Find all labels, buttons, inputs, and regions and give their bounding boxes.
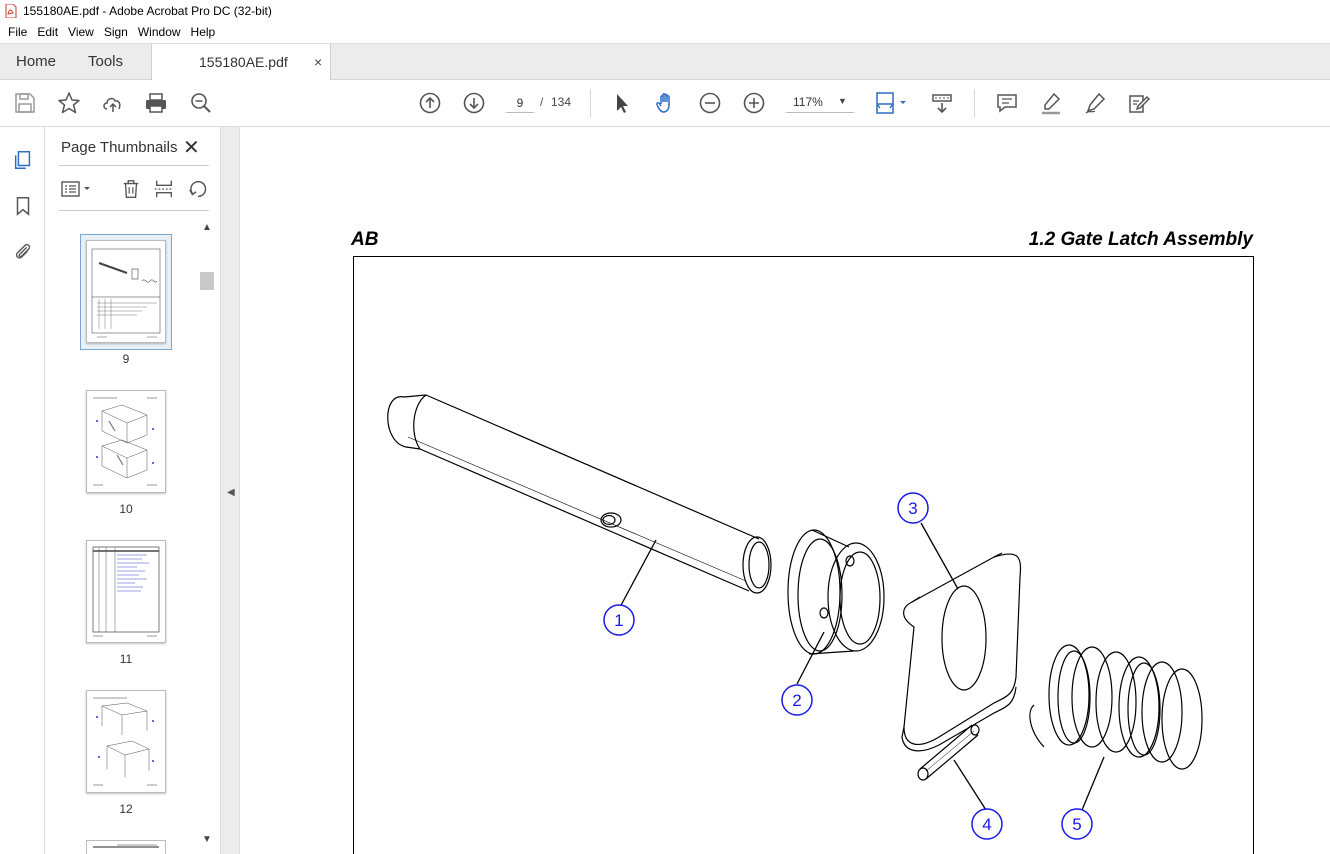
next-page-icon[interactable] bbox=[461, 90, 487, 116]
thumbnail-preview bbox=[93, 844, 159, 848]
menu-help[interactable]: Help bbox=[186, 22, 221, 43]
close-panel-icon[interactable]: ✕ bbox=[183, 135, 200, 160]
svg-text:4: 4 bbox=[982, 815, 991, 834]
thumbnail-page-label: 9 bbox=[122, 352, 130, 366]
callout-4: 4 bbox=[971, 808, 1003, 840]
select-cursor-icon[interactable] bbox=[609, 90, 635, 116]
panel-title: Page Thumbnails bbox=[61, 139, 178, 156]
thumbnail-preview bbox=[91, 248, 161, 338]
toolbar-divider bbox=[974, 89, 975, 117]
svg-text:5: 5 bbox=[1072, 815, 1081, 834]
scrollbar-thumb[interactable] bbox=[200, 272, 214, 290]
thumbnail-page-label: 11 bbox=[119, 652, 133, 666]
document-view[interactable]: AB 1.2 Gate Latch Assembly 1 2 3 4 5 bbox=[240, 127, 1330, 854]
svg-text:3: 3 bbox=[908, 499, 917, 518]
zoom-level-value: 117% bbox=[793, 95, 823, 109]
page-fit-icon[interactable] bbox=[873, 90, 911, 116]
draw-pen-icon[interactable] bbox=[1082, 90, 1108, 116]
thumbnail-page-label: 12 bbox=[119, 802, 133, 816]
total-pages: 134 bbox=[551, 95, 572, 109]
toolbar-divider bbox=[590, 89, 591, 117]
page-header-left: AB bbox=[351, 229, 379, 250]
extract-pages-icon[interactable] bbox=[152, 177, 176, 201]
tab-home[interactable]: Home bbox=[16, 44, 56, 80]
tab-document[interactable]: 155180AE.pdf × bbox=[151, 44, 331, 81]
menu-sign[interactable]: Sign bbox=[99, 22, 133, 43]
page-separator: / bbox=[540, 95, 544, 109]
delete-icon[interactable] bbox=[119, 177, 143, 201]
svg-text:1: 1 bbox=[614, 611, 623, 630]
bookmark-icon[interactable] bbox=[10, 193, 36, 219]
hand-tool-icon[interactable] bbox=[653, 90, 679, 116]
menu-file[interactable]: File bbox=[3, 22, 32, 43]
rotate-icon[interactable] bbox=[186, 177, 210, 201]
acrobat-pdf-icon bbox=[5, 4, 17, 18]
pdf-page: AB 1.2 Gate Latch Assembly 1 2 3 4 5 bbox=[240, 127, 1330, 854]
window-title: 155180AE.pdf - Adobe Acrobat Pro DC (32-… bbox=[23, 4, 272, 18]
close-tab-icon[interactable]: × bbox=[314, 44, 322, 80]
divider bbox=[59, 210, 209, 211]
thumbnail-page-label: 10 bbox=[119, 502, 133, 516]
page-header-section-title: 1.2 Gate Latch Assembly bbox=[1028, 229, 1253, 250]
toolbar: / 134 117% ▼ bbox=[0, 80, 1330, 127]
thumbnail-scrollbar[interactable]: ▲ ▼ bbox=[199, 219, 215, 854]
menu-view[interactable]: View bbox=[63, 22, 99, 43]
save-icon[interactable] bbox=[12, 90, 38, 116]
attachment-icon[interactable] bbox=[10, 239, 36, 265]
highlighter-icon[interactable] bbox=[1038, 90, 1064, 116]
part-2-bushing bbox=[787, 529, 885, 655]
divider bbox=[59, 165, 209, 166]
title-bar: 155180AE.pdf - Adobe Acrobat Pro DC (32-… bbox=[0, 0, 1330, 22]
chevron-down-icon: ▼ bbox=[838, 96, 847, 106]
callout-2: 2 bbox=[781, 684, 813, 716]
scroll-down-icon[interactable]: ▼ bbox=[202, 834, 212, 845]
cloud-upload-icon[interactable] bbox=[100, 90, 126, 116]
page-thumbnails-panel: Page Thumbnails ✕ 9 10 11 12 ▲ ▼ bbox=[45, 127, 220, 854]
zoom-level-select[interactable]: 117% ▼ bbox=[786, 93, 854, 113]
options-menu-icon[interactable] bbox=[59, 177, 95, 201]
menu-window[interactable]: Window bbox=[133, 22, 186, 43]
print-icon[interactable] bbox=[143, 90, 169, 116]
part-4-roll-pin bbox=[917, 724, 980, 781]
part-3-plate bbox=[901, 552, 1022, 752]
search-zoom-icon[interactable] bbox=[188, 90, 214, 116]
page-thumbnail-next[interactable] bbox=[86, 840, 166, 854]
fill-sign-icon[interactable] bbox=[1126, 90, 1152, 116]
collapse-panel-icon[interactable]: ◀ bbox=[227, 487, 235, 498]
tab-bar: Home Tools 155180AE.pdf × bbox=[0, 43, 1330, 81]
page-thumbnail-11[interactable] bbox=[86, 540, 166, 643]
part-1-latch-pin bbox=[387, 394, 772, 594]
tab-tools[interactable]: Tools bbox=[88, 44, 123, 80]
comment-icon[interactable] bbox=[994, 90, 1020, 116]
scroll-mode-icon[interactable] bbox=[929, 90, 955, 116]
thumbnail-preview bbox=[93, 397, 157, 486]
document-tab-label: 155180AE.pdf bbox=[199, 54, 288, 70]
star-icon[interactable] bbox=[56, 90, 82, 116]
page-number-input[interactable] bbox=[506, 93, 534, 113]
svg-text:2: 2 bbox=[792, 691, 801, 710]
page-thumbnails-icon[interactable] bbox=[10, 147, 36, 173]
part-5-spring bbox=[1029, 644, 1203, 770]
zoom-out-icon[interactable] bbox=[697, 90, 723, 116]
thumbnail-preview bbox=[92, 546, 160, 637]
illustration-frame: 1 2 3 4 5 bbox=[353, 256, 1254, 854]
thumbnail-preview bbox=[93, 697, 157, 786]
scroll-up-icon[interactable]: ▲ bbox=[202, 222, 212, 233]
panel-collapse-strip[interactable]: ◀ bbox=[220, 127, 240, 854]
previous-page-icon[interactable] bbox=[417, 90, 443, 116]
menu-edit[interactable]: Edit bbox=[32, 22, 63, 43]
callout-3: 3 bbox=[897, 492, 929, 524]
callout-5: 5 bbox=[1061, 808, 1093, 840]
menu-bar: File Edit View Sign Window Help bbox=[0, 22, 1330, 43]
page-thumbnail-10[interactable] bbox=[86, 390, 166, 493]
page-thumbnail-9[interactable] bbox=[86, 240, 166, 343]
left-navigation-rail bbox=[0, 127, 45, 854]
thumbnail-tools bbox=[59, 175, 214, 203]
page-thumbnail-12[interactable] bbox=[86, 690, 166, 793]
zoom-in-icon[interactable] bbox=[741, 90, 767, 116]
callout-1: 1 bbox=[603, 604, 635, 636]
exploded-view-drawing: 1 2 3 4 5 bbox=[387, 394, 1203, 840]
